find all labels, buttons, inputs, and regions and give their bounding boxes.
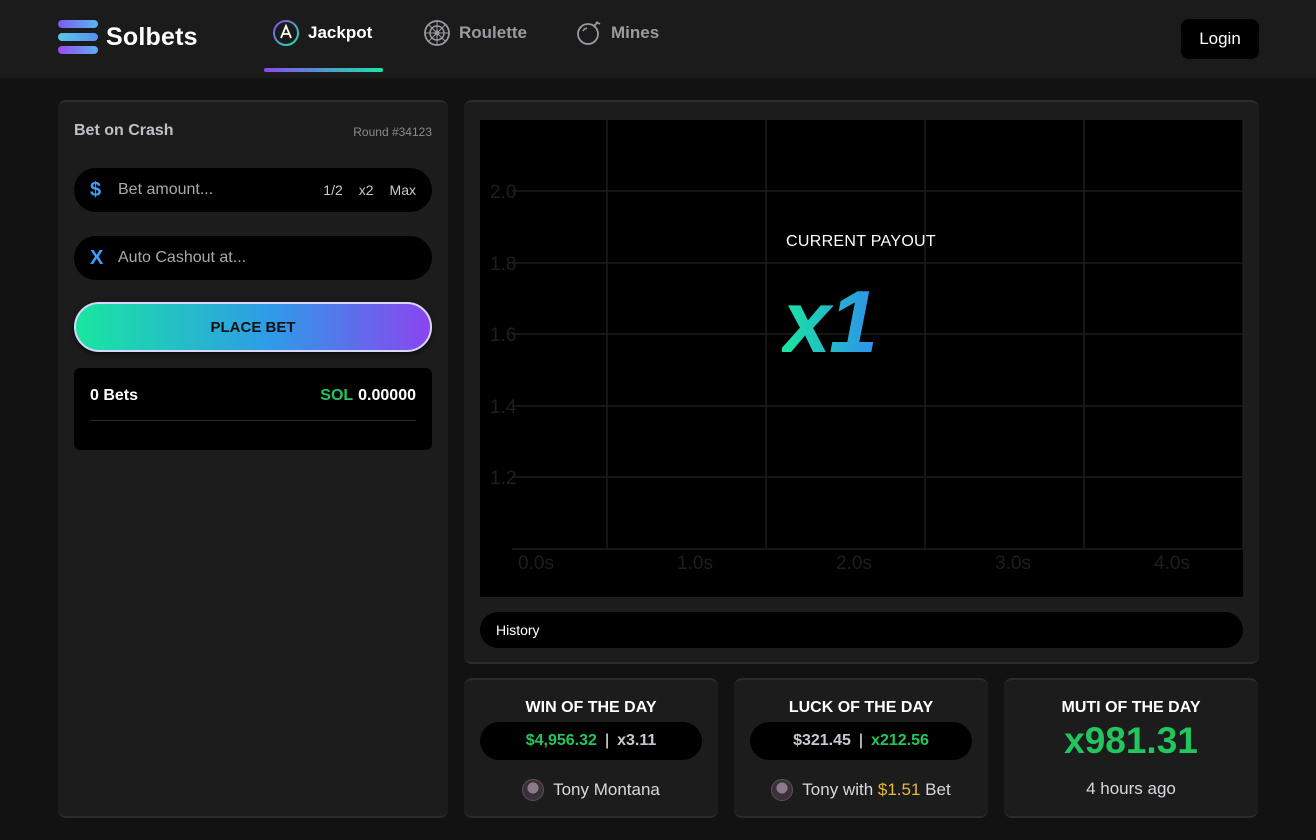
dollar-icon: $: [90, 178, 102, 201]
x-tick-label: 0.0s: [518, 553, 554, 574]
currency-label: SOL: [320, 387, 354, 404]
solbets-logo-icon: [58, 20, 98, 54]
y-tick-label: 1.6: [490, 325, 516, 346]
bets-total: SOL 0.00000: [320, 387, 416, 405]
win-username: Tony Montana: [553, 780, 660, 799]
history-label: History: [496, 622, 540, 638]
multiplier-x-icon: X: [90, 246, 104, 269]
jackpot-icon: [273, 20, 299, 46]
nav-label-mines: Mines: [611, 23, 660, 42]
win-user: Tony Montana: [464, 779, 718, 801]
quick-bet-buttons: 1/2 x2 Max: [323, 182, 416, 198]
luck-user-suffix: Bet: [925, 780, 951, 799]
luck-bet-amount: $1.51: [877, 780, 921, 799]
y-tick-label: 1.4: [490, 397, 517, 418]
double-button[interactable]: x2: [359, 182, 374, 198]
login-button[interactable]: Login: [1181, 19, 1259, 59]
half-button[interactable]: 1/2: [323, 182, 342, 198]
panel-title: Bet on Crash: [74, 122, 174, 139]
history-bar[interactable]: History: [480, 612, 1243, 648]
total-value: 0.00000: [358, 387, 416, 404]
nav-label-roulette: Roulette: [459, 23, 527, 42]
logo[interactable]: Solbets: [58, 20, 198, 54]
nav-item-roulette[interactable]: Roulette: [415, 0, 535, 72]
crash-chart: 2.0 1.8 1.6 1.4 1.2 0.0s 1.0s 2.0s 3.0s 4.0s CUR…: [480, 120, 1243, 597]
game-panel: 2.0 1.8 1.6 1.4 1.2 0.0s 1.0s 2.0s 3.0s 4.0s CUR…: [464, 100, 1259, 664]
card-title: MUTI OF THE DAY: [1061, 699, 1201, 716]
separator: |: [858, 732, 864, 749]
luck-user-prefix: Tony with: [802, 780, 874, 799]
app-name: Solbets: [106, 22, 198, 51]
x-tick-label: 1.0s: [677, 553, 713, 574]
win-of-the-day-card: WIN OF THE DAY $4,956.32 | x3.11 Tony Mo…: [464, 678, 718, 818]
luck-amount: $321.45: [793, 732, 851, 749]
separator: |: [604, 732, 610, 749]
x-tick-label: 3.0s: [995, 553, 1031, 574]
nav-label-jackpot: Jackpot: [308, 23, 373, 42]
card-title: LUCK OF THE DAY: [788, 699, 934, 716]
bet-amount-input[interactable]: [118, 181, 308, 199]
win-amount: $4,956.32: [525, 732, 597, 749]
win-stats-pill: $4,956.32 | x3.11: [480, 722, 702, 760]
bets-count: 0 Bets: [90, 387, 139, 404]
card-title: WIN OF THE DAY: [525, 699, 657, 716]
top-bar: Solbets Jackpot Roulette Mines Login: [0, 0, 1316, 78]
multi-of-the-day-card: MUTI OF THE DAY x981.31 4 hours ago: [1004, 678, 1258, 818]
y-tick-label: 1.2: [490, 468, 516, 489]
current-payout-value: x1: [782, 272, 878, 371]
divider: [90, 420, 416, 421]
auto-cashout-field[interactable]: X: [74, 236, 432, 280]
bet-amount-field[interactable]: $ 1/2 x2 Max: [74, 168, 432, 212]
avatar: [522, 779, 545, 801]
multi-value: x981.31: [1064, 720, 1198, 761]
round-label: Round #34123: [353, 125, 432, 139]
avatar: [771, 779, 794, 801]
auto-cashout-input[interactable]: [118, 249, 308, 267]
luck-stats-pill: $321.45 | x212.56: [750, 722, 972, 760]
nav-item-mines[interactable]: Mines: [567, 0, 667, 72]
luck-user: Tony with $1.51 Bet: [734, 779, 988, 801]
x-tick-label: 2.0s: [836, 553, 872, 574]
luck-multiplier: x212.56: [871, 732, 929, 749]
max-button[interactable]: Max: [390, 182, 416, 198]
luck-of-the-day-card: LUCK OF THE DAY $321.45 | x212.56 Tony w…: [734, 678, 988, 818]
win-multiplier: x3.11: [617, 732, 657, 749]
x-tick-label: 4.0s: [1154, 553, 1190, 574]
multi-time: 4 hours ago: [1086, 779, 1176, 798]
current-payout-label: CURRENT PAYOUT: [786, 233, 936, 250]
nav-item-jackpot[interactable]: Jackpot: [264, 0, 383, 72]
main-nav: Jackpot Roulette Mines: [264, 0, 699, 78]
roulette-icon: [424, 20, 450, 46]
mines-icon: [577, 21, 601, 45]
y-tick-label: 2.0: [490, 182, 516, 203]
place-bet-button[interactable]: PLACE BET: [74, 302, 432, 352]
bets-summary: 0 Bets SOL 0.00000: [74, 368, 432, 450]
bet-panel: Bet on Crash Round #34123 $ 1/2 x2 Max X…: [58, 100, 448, 818]
y-tick-label: 1.8: [490, 254, 516, 275]
